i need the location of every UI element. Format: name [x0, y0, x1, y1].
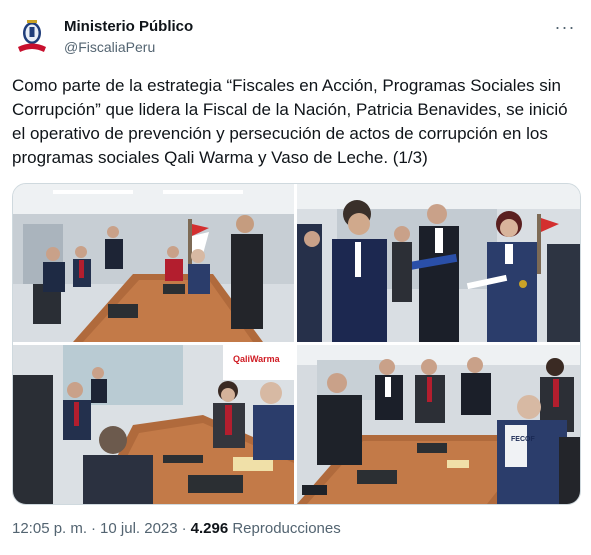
meta-separator-2: ·: [181, 520, 187, 537]
handle[interactable]: @FiscaliaPeru: [64, 38, 193, 56]
photo-4[interactable]: FECOF: [297, 345, 580, 504]
tweet-header: Ministerio Público @FiscaliaPeru ···: [12, 14, 579, 58]
tweet-card: Ministerio Público @FiscaliaPeru ··· Com…: [0, 0, 591, 555]
tweet-text: Como parte de la estrategia “Fiscales en…: [12, 76, 568, 167]
media-grid: QaliWarma FECOF: [12, 183, 581, 505]
institutional-seal-icon: [18, 20, 46, 52]
meta-separator: ·: [91, 520, 97, 537]
avatar[interactable]: [12, 16, 52, 56]
photo-2[interactable]: [297, 184, 580, 342]
tweet-meta: 12:05 p. m. · 10 jul. 2023 · 4.296 Reproducc…: [12, 519, 341, 539]
vest-text: FECOF: [511, 436, 535, 443]
views-label: Reproducciones: [232, 520, 341, 537]
views-count: 4.296: [190, 520, 229, 537]
photo-3[interactable]: QaliWarma: [13, 345, 294, 504]
more-options-icon[interactable]: ···: [553, 18, 577, 38]
display-name[interactable]: Ministerio Público: [64, 18, 193, 36]
banner-text: QaliWarma: [233, 354, 281, 364]
photo-1[interactable]: [13, 184, 294, 342]
tweet-time[interactable]: 12:05 p. m.: [12, 520, 87, 537]
author-names: Ministerio Público @FiscaliaPeru: [64, 18, 193, 56]
tweet-date[interactable]: 10 jul. 2023: [100, 520, 178, 537]
